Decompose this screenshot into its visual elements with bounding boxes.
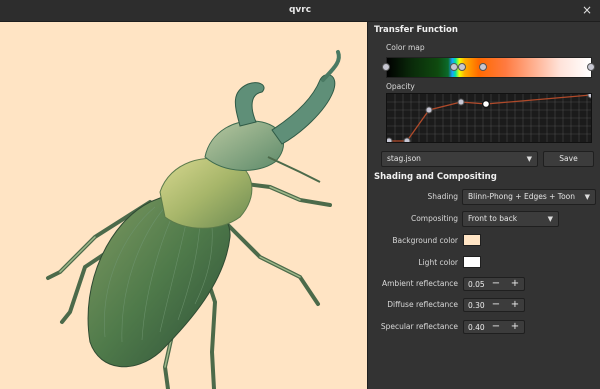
color-map-handle[interactable]	[450, 63, 458, 71]
chevron-down-icon: ▼	[547, 215, 553, 223]
beetle-render	[46, 50, 341, 389]
chevron-down-icon: ▼	[584, 193, 590, 201]
light-color-label: Light color	[418, 258, 458, 267]
save-button[interactable]: Save	[543, 151, 594, 167]
opacity-grid	[387, 94, 591, 142]
specular-increment-button[interactable]: +	[507, 321, 523, 333]
shading-value: Blinn-Phong + Edges + Toon	[468, 192, 576, 201]
diffuse-value[interactable]: 0.30	[468, 301, 485, 310]
render-viewport[interactable]	[0, 22, 367, 389]
color-map-handle[interactable]	[458, 63, 466, 71]
ambient-value[interactable]: 0.05	[468, 280, 485, 289]
ambient-label: Ambient reflectance	[382, 279, 458, 288]
shading-select[interactable]: Blinn-Phong + Edges + Toon ▼	[462, 189, 596, 205]
opacity-label: Opacity	[386, 82, 415, 91]
diffuse-decrement-button[interactable]: −	[488, 299, 504, 311]
opacity-handle[interactable]	[387, 137, 393, 143]
shading-label: Shading	[427, 192, 458, 201]
ambient-decrement-button[interactable]: −	[488, 278, 504, 290]
preset-value: stag.json	[387, 154, 421, 163]
opacity-handle[interactable]	[457, 98, 465, 106]
specular-stepper[interactable]: 0.40 − +	[463, 320, 525, 334]
preset-select[interactable]: stag.json ▼	[381, 151, 538, 167]
ambient-stepper[interactable]: 0.05 − +	[463, 277, 525, 291]
diffuse-stepper[interactable]: 0.30 − +	[463, 298, 525, 312]
opacity-handle-selected[interactable]	[481, 99, 490, 109]
color-map-editor[interactable]	[382, 57, 595, 78]
title-bar: qvrc ×	[0, 0, 600, 22]
color-map-label: Color map	[386, 43, 425, 52]
color-map-handle[interactable]	[382, 63, 390, 71]
opacity-handle[interactable]	[403, 137, 411, 143]
opacity-curve	[387, 94, 592, 143]
color-map-handle[interactable]	[587, 63, 595, 71]
ambient-increment-button[interactable]: +	[507, 278, 523, 290]
compositing-select[interactable]: Front to back ▼	[462, 211, 559, 227]
compositing-label: Compositing	[410, 214, 458, 223]
specular-label: Specular reflectance	[380, 322, 458, 331]
transfer-function-title: Transfer Function	[374, 25, 458, 35]
background-color-label: Background color	[392, 236, 458, 245]
color-map-handle[interactable]	[479, 63, 487, 71]
close-icon[interactable]: ×	[582, 3, 592, 17]
shading-section-title: Shading and Compositing	[374, 172, 497, 182]
specular-decrement-button[interactable]: −	[488, 321, 504, 333]
opacity-handle[interactable]	[587, 94, 592, 99]
background-color-swatch[interactable]	[463, 234, 481, 246]
specular-value[interactable]: 0.40	[468, 323, 485, 332]
light-color-swatch[interactable]	[463, 256, 481, 268]
compositing-value: Front to back	[468, 214, 518, 223]
opacity-editor[interactable]	[386, 93, 592, 143]
diffuse-increment-button[interactable]: +	[507, 299, 523, 311]
chevron-down-icon: ▼	[526, 155, 532, 163]
diffuse-label: Diffuse reflectance	[387, 300, 458, 309]
control-panel: Transfer Function Color map Opacity stag…	[367, 22, 600, 389]
opacity-handle[interactable]	[425, 106, 433, 114]
window-title: qvrc	[288, 5, 312, 15]
